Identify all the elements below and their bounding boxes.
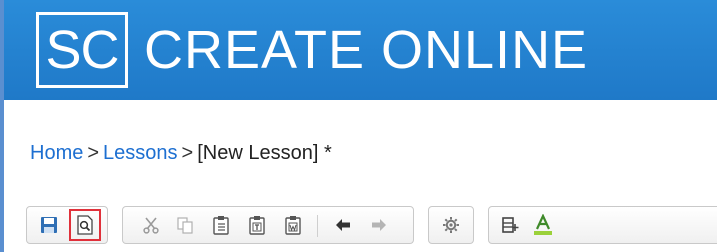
preview-button[interactable] — [69, 209, 101, 241]
preview-icon — [76, 215, 94, 235]
paste-button[interactable] — [207, 211, 235, 239]
breadcrumb-separator: > — [181, 142, 194, 164]
save-button[interactable] — [35, 211, 63, 239]
breadcrumb-current: [New Lesson] * — [197, 142, 332, 164]
redo-button[interactable] — [365, 211, 393, 239]
brand-title: CREATE ONLINE — [144, 20, 589, 80]
settings-button[interactable] — [437, 211, 465, 239]
paste-text-button[interactable] — [243, 211, 271, 239]
insert-media-button[interactable] — [497, 211, 525, 239]
breadcrumb-home-link[interactable]: Home — [30, 142, 83, 164]
toolbar-group-clipboard — [122, 206, 414, 244]
breadcrumb-separator: > — [87, 142, 100, 164]
undo-button[interactable] — [329, 211, 357, 239]
cut-button[interactable] — [137, 211, 165, 239]
paste-word-button[interactable] — [279, 211, 307, 239]
toolbar-group-document — [26, 206, 108, 244]
scissors-icon — [142, 216, 160, 234]
toolbar-group-settings — [428, 206, 474, 244]
gear-icon — [442, 216, 460, 234]
app-frame: SC CREATE ONLINE Home > Lessons > [New Lesso… — [0, 0, 717, 252]
paste-text-icon — [248, 215, 266, 235]
toolbar-group-formatting — [488, 206, 717, 244]
brand-logo: SC — [36, 12, 128, 88]
copy-icon — [176, 216, 194, 234]
paste-word-icon — [284, 215, 302, 235]
clipboard-icon — [212, 215, 230, 235]
font-color-icon — [533, 214, 553, 236]
copy-button[interactable] — [171, 211, 199, 239]
breadcrumb: Home > Lessons > [New Lesson] * — [30, 142, 332, 165]
redo-arrow-icon — [370, 217, 388, 233]
header-banner: SC CREATE ONLINE — [4, 0, 717, 100]
media-icon — [502, 216, 520, 234]
toolbar-separator — [317, 215, 318, 237]
undo-arrow-icon — [334, 217, 352, 233]
save-icon — [40, 216, 58, 234]
font-color-button[interactable] — [529, 211, 557, 239]
breadcrumb-lessons-link[interactable]: Lessons — [103, 142, 178, 164]
